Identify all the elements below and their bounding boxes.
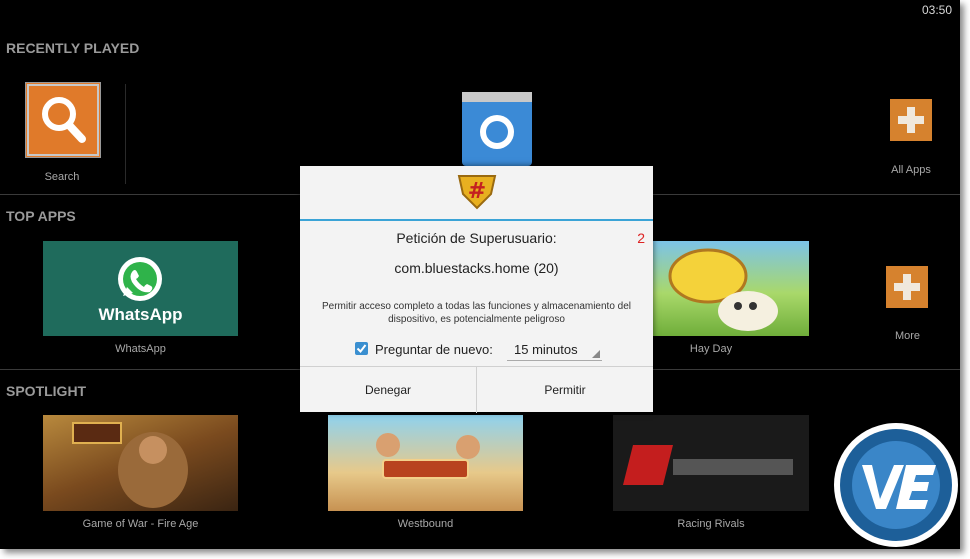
section-title-top-apps: TOP APPS bbox=[6, 208, 76, 224]
svg-text:#: # bbox=[468, 179, 486, 204]
bluestacks-window: 03:50 RECENTLY PLAYED Search All Apps TO… bbox=[0, 0, 960, 549]
camera-icon bbox=[462, 92, 532, 166]
search-tile[interactable] bbox=[25, 82, 101, 158]
requesting-app: com.bluestacks.home (20) bbox=[394, 260, 559, 276]
all-apps-plus-icon[interactable] bbox=[890, 99, 932, 141]
more-label: More bbox=[894, 330, 921, 342]
checkmark-icon bbox=[356, 344, 367, 354]
kiosko-evolution-logo bbox=[834, 423, 958, 547]
warning-text: Permitir acceso completo a todas las fun… bbox=[321, 301, 632, 325]
westbound-label: Westbound bbox=[397, 518, 454, 530]
all-apps-label: All Apps bbox=[891, 164, 931, 176]
ask-again-checkbox[interactable] bbox=[355, 342, 368, 355]
search-icon bbox=[27, 84, 99, 156]
dialog-buttons: Denegar Permitir bbox=[300, 366, 653, 413]
dialog-header-divider bbox=[300, 219, 653, 221]
westbound-artwork-icon bbox=[376, 433, 480, 479]
section-title-recently-played: RECENTLY PLAYED bbox=[6, 40, 140, 56]
ask-again-label: Preguntar de nuevo: bbox=[375, 342, 493, 357]
game-of-war-tile[interactable] bbox=[43, 415, 238, 511]
dropdown-triangle-icon bbox=[592, 350, 600, 358]
duration-value: 15 minutos bbox=[514, 342, 578, 357]
superuser-shield-icon: # bbox=[457, 175, 497, 210]
superuser-dialog: # Petición de Superusuario: 2 com.bluest… bbox=[300, 166, 653, 413]
game-of-war-label: Game of War - Fire Age bbox=[82, 518, 199, 530]
racing-rivals-artwork-icon bbox=[613, 415, 809, 511]
more-plus-icon[interactable] bbox=[886, 266, 928, 308]
section-title-spotlight: SPOTLIGHT bbox=[6, 383, 87, 399]
whatsapp-tile-text: WhatsApp bbox=[98, 305, 183, 324]
camera-tile[interactable] bbox=[462, 92, 532, 166]
status-clock: 03:50 bbox=[921, 3, 952, 17]
request-count: 2 bbox=[637, 230, 645, 246]
allow-button[interactable]: Permitir bbox=[477, 367, 653, 413]
dialog-title: Petición de Superusuario: bbox=[396, 230, 557, 246]
search-label: Search bbox=[44, 171, 80, 183]
game-of-war-artwork-icon bbox=[72, 422, 188, 508]
racing-rivals-label: Racing Rivals bbox=[677, 518, 745, 530]
racing-rivals-tile[interactable] bbox=[613, 415, 809, 511]
whatsapp-label: WhatsApp bbox=[115, 343, 166, 355]
westbound-tile[interactable] bbox=[328, 415, 523, 511]
whatsapp-tile[interactable]: WhatsApp bbox=[43, 241, 238, 336]
deny-button[interactable]: Denegar bbox=[300, 367, 476, 413]
duration-select[interactable]: 15 minutos bbox=[507, 336, 602, 361]
dialog-header: # bbox=[300, 166, 653, 220]
recent-divider bbox=[125, 84, 126, 184]
